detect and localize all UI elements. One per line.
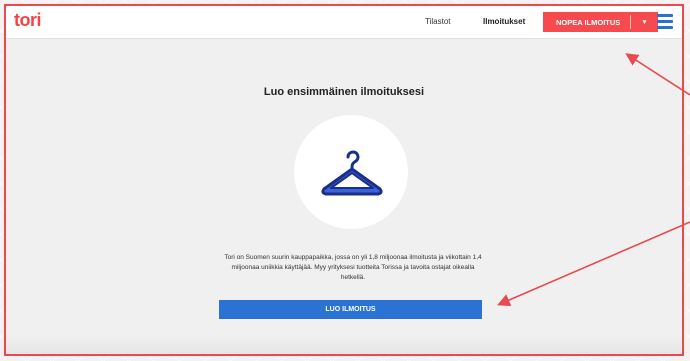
highlight-frame: tori Tilastot Ilmoitukset NOPEA ILMOITUS… (4, 4, 684, 356)
page-footer-band (6, 336, 682, 354)
create-ad-button[interactable]: LUO ILMOITUS (219, 300, 482, 319)
quick-ad-button-label: NOPEA ILMOITUS (556, 17, 621, 27)
nav-link-ads[interactable]: Ilmoitukset (483, 17, 525, 26)
tori-logo[interactable]: tori (14, 10, 42, 31)
page-title: Luo ensimmäinen ilmoituksesi (263, 86, 425, 98)
nav-link-statistics[interactable]: Tilastot (425, 17, 451, 26)
hamburger-icon[interactable] (657, 14, 673, 29)
chevron-down-icon[interactable]: ▾ (631, 18, 658, 26)
menu-line (657, 26, 673, 29)
menu-line (657, 20, 673, 23)
top-navigation-bar: tori Tilastot Ilmoitukset NOPEA ILMOITUS… (6, 6, 682, 39)
hanger-icon (321, 150, 383, 196)
quick-ad-button[interactable]: NOPEA ILMOITUS ▾ (543, 12, 658, 32)
description-text: Tori on Suomen suurin kauppapaikka, joss… (224, 254, 482, 281)
menu-line (657, 14, 673, 17)
